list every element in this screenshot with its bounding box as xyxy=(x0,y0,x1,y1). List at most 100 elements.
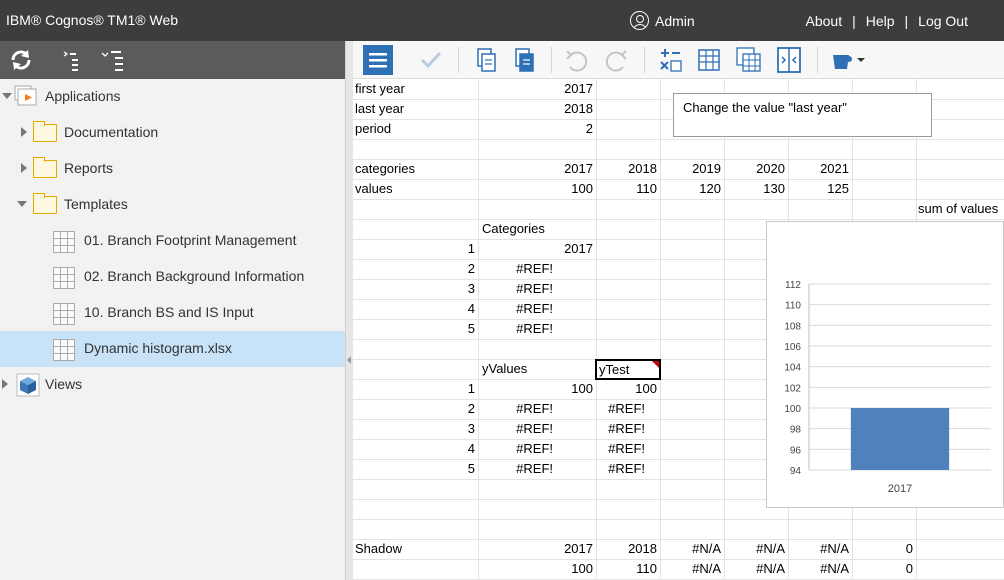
index-cell[interactable]: 4 xyxy=(353,299,478,319)
yvalues-cell[interactable]: #REF! xyxy=(478,419,556,439)
index-cell[interactable]: 2 xyxy=(353,399,478,419)
ytest-cell[interactable]: #REF! xyxy=(596,419,648,439)
category-col-cell[interactable]: 2017 xyxy=(478,239,596,259)
selected-cell-ytest[interactable]: yTest xyxy=(595,359,661,380)
tree-item-label: 10. Branch BS and IS Input xyxy=(84,304,254,320)
chevron-down-icon[interactable] xyxy=(2,93,12,99)
last-year-label[interactable]: last year xyxy=(353,99,478,119)
tree-item-applications[interactable]: Applications xyxy=(0,79,345,115)
first-year-label[interactable]: first year xyxy=(353,79,478,99)
values-label[interactable]: values xyxy=(353,179,478,199)
collapse-arrow-icon[interactable] xyxy=(347,356,351,364)
tree-item-template[interactable]: 01. Branch Footprint Management xyxy=(0,223,345,259)
index-cell[interactable]: 1 xyxy=(353,239,478,259)
shadow-cell[interactable]: 0 xyxy=(852,559,916,579)
panel-splitter[interactable] xyxy=(345,41,353,580)
sum-of-values-label[interactable]: sum of values xyxy=(916,199,1004,219)
paste-icon[interactable] xyxy=(509,45,539,75)
link-separator: | xyxy=(904,13,909,29)
refresh-icon[interactable] xyxy=(9,48,33,72)
user-menu[interactable]: Admin xyxy=(630,11,695,30)
collapse-all-icon[interactable] xyxy=(101,48,125,72)
category-col-cell[interactable]: #REF! xyxy=(478,259,556,279)
tree-item-template[interactable]: 02. Branch Background Information xyxy=(0,259,345,295)
category-cell[interactable]: 2017 xyxy=(478,159,596,179)
index-cell[interactable]: 2 xyxy=(353,259,478,279)
tree-item-templates[interactable]: Templates xyxy=(0,187,345,223)
websheet-grid[interactable]: first year 2017 last year 2018 period 2 … xyxy=(353,79,1004,580)
chevron-right-icon[interactable] xyxy=(21,163,27,173)
chevron-right-icon[interactable] xyxy=(21,127,27,137)
category-cell[interactable]: 2019 xyxy=(660,159,724,179)
last-year-value[interactable]: 2018 xyxy=(478,99,596,119)
category-col-cell[interactable]: #REF! xyxy=(478,299,556,319)
ytest-cell[interactable]: #REF! xyxy=(596,439,648,459)
shadow-cell[interactable]: #N/A xyxy=(724,539,788,559)
shadow-cell[interactable]: 0 xyxy=(852,539,916,559)
shadow-cell[interactable]: 2018 xyxy=(596,539,660,559)
first-year-value[interactable]: 2017 xyxy=(478,79,596,99)
shadow-cell[interactable]: #N/A xyxy=(660,559,724,579)
ytest-cell[interactable]: 100 xyxy=(596,379,660,399)
yvalues-cell[interactable]: #REF! xyxy=(478,459,556,479)
index-cell[interactable]: 1 xyxy=(353,379,478,399)
value-cell[interactable]: 110 xyxy=(596,179,660,199)
histogram-chart[interactable]: 94 96 98 100 102 104 106 108 110 112 2017 xyxy=(766,221,1004,508)
index-cell[interactable]: 4 xyxy=(353,439,478,459)
value-cell[interactable]: 125 xyxy=(788,179,852,199)
chevron-right-icon[interactable] xyxy=(2,379,8,389)
chevron-down-icon[interactable] xyxy=(17,201,27,207)
shadow-cell[interactable]: 110 xyxy=(596,559,660,579)
categories-label[interactable]: categories xyxy=(353,159,478,179)
chart-svg: 94 96 98 100 102 104 106 108 110 112 2017 xyxy=(784,280,991,495)
shadow-cell[interactable]: 100 xyxy=(478,559,596,579)
expand-all-icon[interactable] xyxy=(62,48,86,72)
yvalues-cell[interactable]: 100 xyxy=(478,379,596,399)
value-cell[interactable]: 120 xyxy=(660,179,724,199)
tree-item-template[interactable]: 10. Branch BS and IS Input xyxy=(0,295,345,331)
shadow-cell[interactable]: #N/A xyxy=(788,539,852,559)
redo-icon[interactable] xyxy=(602,45,632,75)
fit-columns-icon[interactable] xyxy=(774,45,804,75)
rebuild-all-icon[interactable] xyxy=(734,45,764,75)
index-cell[interactable]: 5 xyxy=(353,459,478,479)
index-cell[interactable]: 5 xyxy=(353,319,478,339)
recalculate-icon[interactable] xyxy=(656,45,686,75)
category-col-cell[interactable]: #REF! xyxy=(478,279,556,299)
menu-icon[interactable] xyxy=(363,45,393,75)
logout-link[interactable]: Log Out xyxy=(918,13,968,29)
shadow-cell[interactable]: #N/A xyxy=(660,539,724,559)
copy-icon[interactable] xyxy=(471,45,501,75)
shadow-cell[interactable]: #N/A xyxy=(788,559,852,579)
websheet-toolbar xyxy=(353,41,1004,79)
categories-header[interactable]: Categories xyxy=(480,219,596,239)
period-value[interactable]: 2 xyxy=(478,119,596,139)
value-cell[interactable]: 130 xyxy=(724,179,788,199)
category-cell[interactable]: 2020 xyxy=(724,159,788,179)
ytest-cell[interactable]: #REF! xyxy=(596,399,648,419)
index-cell[interactable]: 3 xyxy=(353,419,478,439)
tree-item-views[interactable]: Views xyxy=(0,367,345,403)
value-cell[interactable]: 100 xyxy=(478,179,596,199)
yvalues-header[interactable]: yValues xyxy=(480,359,596,379)
category-cell[interactable]: 2021 xyxy=(788,159,852,179)
shadow-cell[interactable]: #N/A xyxy=(724,559,788,579)
tree-item-template-selected[interactable]: Dynamic histogram.xlsx xyxy=(0,331,345,367)
tree-item-documentation[interactable]: Documentation xyxy=(0,115,345,151)
ytest-cell[interactable]: #REF! xyxy=(596,459,648,479)
category-col-cell[interactable]: #REF! xyxy=(478,319,556,339)
shadow-label[interactable]: Shadow xyxy=(353,539,478,559)
tree-item-reports[interactable]: Reports xyxy=(0,151,345,187)
checkmark-icon[interactable] xyxy=(416,45,446,75)
period-label[interactable]: period xyxy=(353,119,478,139)
category-cell[interactable]: 2018 xyxy=(596,159,660,179)
yvalues-cell[interactable]: #REF! xyxy=(478,439,556,459)
undo-icon[interactable] xyxy=(561,45,591,75)
index-cell[interactable]: 3 xyxy=(353,279,478,299)
yvalues-cell[interactable]: #REF! xyxy=(478,399,556,419)
about-link[interactable]: About xyxy=(806,13,843,29)
help-link[interactable]: Help xyxy=(866,13,895,29)
sandbox-dropdown-icon[interactable] xyxy=(829,45,869,75)
shadow-cell[interactable]: 2017 xyxy=(478,539,596,559)
rebuild-sheet-icon[interactable] xyxy=(695,45,725,75)
